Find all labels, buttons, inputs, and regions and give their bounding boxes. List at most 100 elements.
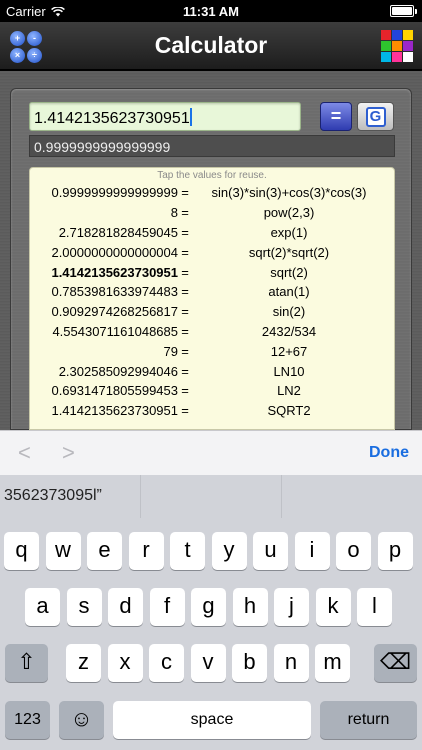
key-o[interactable]: o: [336, 532, 371, 570]
history-equals-sign: =: [181, 383, 189, 399]
done-button[interactable]: Done: [369, 444, 409, 462]
history-value[interactable]: 2.0000000000000004: [30, 245, 178, 260]
status-bar: Carrier 11:31 AM: [0, 0, 422, 22]
history-value[interactable]: 1.4142135623730951: [30, 265, 178, 280]
history-row[interactable]: 1.4142135623730951 = sqrt(2): [30, 262, 394, 282]
next-field-button[interactable]: >: [62, 442, 78, 464]
history-expression[interactable]: 2432/534: [192, 324, 394, 339]
history-expression[interactable]: sqrt(2): [192, 265, 394, 280]
palette-swatch-icon: [381, 52, 391, 62]
history-expression[interactable]: LN10: [192, 364, 394, 379]
key-d[interactable]: d: [108, 588, 143, 626]
history-expression[interactable]: atan(1): [192, 284, 394, 299]
history-row[interactable]: 1.4142135623730951 = SQRT2: [30, 401, 394, 421]
history-expression[interactable]: LN2: [192, 383, 394, 398]
predictive-text-bar: 3562373095l”: [0, 475, 422, 518]
history-row[interactable]: 4.5543071161048685 = 2432/534: [30, 322, 394, 342]
key-s[interactable]: s: [66, 588, 102, 626]
history-row[interactable]: 2.0000000000000004 = sqrt(2)*sqrt(2): [30, 242, 394, 262]
delete-key[interactable]: ⌫: [374, 644, 417, 682]
history-value[interactable]: 2.302585092994046: [30, 364, 178, 379]
google-search-button[interactable]: G: [357, 102, 394, 131]
prediction-1[interactable]: 3562373095l”: [0, 475, 141, 518]
palette-swatch-icon: [392, 30, 402, 40]
key-m[interactable]: m: [315, 644, 350, 682]
shift-key[interactable]: ⇧: [5, 644, 48, 682]
history-equals-sign: =: [181, 264, 189, 280]
key-v[interactable]: v: [190, 644, 226, 682]
history-row[interactable]: 2.302585092994046 = LN10: [30, 361, 394, 381]
key-y[interactable]: y: [211, 532, 247, 570]
history-value[interactable]: 0.6931471805599453: [30, 383, 178, 398]
palette-swatch-icon: [392, 52, 402, 62]
history-row[interactable]: 79 = 12+67: [30, 341, 394, 361]
history-value[interactable]: 0.9999999999999999: [30, 185, 178, 200]
history-value[interactable]: 79: [30, 344, 178, 359]
expression-input[interactable]: 1.4142135623730951: [29, 102, 301, 131]
history-equals-sign: =: [181, 304, 189, 320]
history-expression[interactable]: pow(2,3): [192, 205, 394, 220]
history-row[interactable]: 0.7853981633974483 = atan(1): [30, 282, 394, 302]
key-f[interactable]: f: [149, 588, 185, 626]
history-value[interactable]: 2.718281828459045: [30, 225, 178, 240]
history-row[interactable]: 0.9999999999999999 = sin(3)*sin(3)+cos(3)*…: [30, 183, 394, 203]
key-i[interactable]: i: [294, 532, 330, 570]
keyboard-accessory-bar: < > Done: [0, 430, 422, 475]
history-row[interactable]: 0.9092974268256817 = sin(2): [30, 302, 394, 322]
key-t[interactable]: t: [170, 532, 205, 570]
key-w[interactable]: w: [45, 532, 81, 570]
status-time: 11:31 AM: [183, 4, 239, 19]
nav-bar: + - × ÷ Calculator: [0, 22, 422, 70]
key-p[interactable]: p: [377, 532, 413, 570]
history-expression[interactable]: exp(1): [192, 225, 394, 240]
prediction-2[interactable]: [141, 475, 282, 518]
key-e[interactable]: e: [87, 532, 122, 570]
key-r[interactable]: r: [128, 532, 164, 570]
keyboard: ⇧ ⌫ 123 ☺ space return qwertyuiop asdfghj…: [0, 518, 422, 750]
palette-swatch-icon: [403, 41, 413, 51]
history-value[interactable]: 1.4142135623730951: [30, 403, 178, 418]
key-j[interactable]: j: [274, 588, 309, 626]
history-expression[interactable]: sin(3)*sin(3)+cos(3)*cos(3): [192, 185, 394, 200]
history-expression[interactable]: sqrt(2)*sqrt(2): [192, 245, 394, 260]
emoji-key[interactable]: ☺: [59, 701, 104, 739]
google-icon: G: [365, 106, 386, 127]
history-equals-sign: =: [181, 323, 189, 339]
key-u[interactable]: u: [253, 532, 288, 570]
key-k[interactable]: k: [315, 588, 351, 626]
key-c[interactable]: c: [149, 644, 184, 682]
key-b[interactable]: b: [232, 644, 267, 682]
key-x[interactable]: x: [107, 644, 143, 682]
key-z[interactable]: z: [66, 644, 101, 682]
history-value[interactable]: 4.5543071161048685: [30, 324, 178, 339]
equals-button[interactable]: =: [320, 102, 352, 131]
key-h[interactable]: h: [232, 588, 268, 626]
key-g[interactable]: g: [191, 588, 226, 626]
key-a[interactable]: a: [25, 588, 60, 626]
history-row[interactable]: 0.6931471805599453 = LN2: [30, 381, 394, 401]
palette-swatch-icon: [381, 30, 391, 40]
key-n[interactable]: n: [273, 644, 309, 682]
history-row[interactable]: 8 = pow(2,3): [30, 203, 394, 223]
history-expression[interactable]: 12+67: [192, 344, 394, 359]
history-expression[interactable]: SQRT2: [192, 403, 394, 418]
key-q[interactable]: q: [4, 532, 39, 570]
return-key[interactable]: return: [320, 701, 417, 739]
space-key[interactable]: space: [113, 701, 311, 739]
text-caret: [189, 108, 192, 126]
color-palette-button[interactable]: [381, 30, 413, 62]
prediction-3[interactable]: [282, 475, 422, 518]
history-value[interactable]: 0.9092974268256817: [30, 304, 178, 319]
key-l[interactable]: l: [357, 588, 392, 626]
history-expression[interactable]: sin(2): [192, 304, 394, 319]
history-value[interactable]: 0.7853981633974483: [30, 284, 178, 299]
history-equals-sign: =: [181, 205, 189, 221]
history-list[interactable]: Tap the values for reuse. 0.999999999999…: [29, 167, 395, 430]
numbers-key[interactable]: 123: [5, 701, 50, 739]
history-hint: Tap the values for reuse.: [157, 170, 267, 181]
history-row[interactable]: 2.718281828459045 = exp(1): [30, 223, 394, 243]
palette-swatch-icon: [392, 41, 402, 51]
palette-swatch-icon: [403, 30, 413, 40]
history-value[interactable]: 8: [30, 205, 178, 220]
previous-field-button[interactable]: <: [18, 442, 34, 464]
